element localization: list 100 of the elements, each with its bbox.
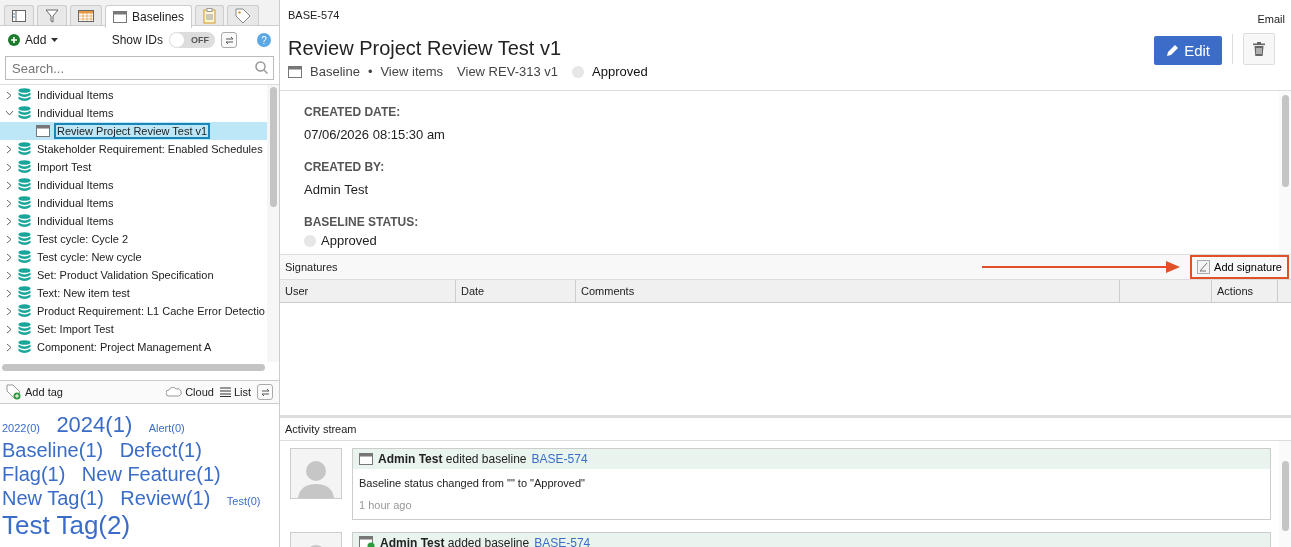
section-title: Activity stream [280,418,1291,441]
tag-link[interactable]: Test Tag(2) [2,510,131,541]
field-label: CREATED DATE: [304,105,402,119]
tree-label: Individual Items [36,106,115,120]
database-icon [18,322,31,336]
show-ids-toggle[interactable]: OFF [169,32,215,48]
cloud-icon [166,387,183,397]
status-dot [572,65,584,78]
timestamp: 1 hour ago [358,498,413,513]
refresh-button[interactable] [257,384,273,400]
field-label: CREATED BY: [304,160,386,174]
tree-item[interactable]: Product Requirement: L1 Cache Error Detectio [0,302,267,320]
filter-icon [45,8,59,23]
item-link[interactable]: BASE-574 [531,452,588,466]
item-id: BASE-574 [288,9,340,23]
view-items-link[interactable]: View items [380,64,444,79]
tag-link[interactable]: Alert(0) [148,422,185,434]
swap-arrows-icon [224,35,234,45]
panel-tab[interactable] [4,5,34,25]
tree-label: Import Test [36,160,93,174]
tree-label: Set: Product Validation Specification [36,268,215,282]
database-icon [18,160,31,174]
activity-text: Admin Test edited baseline [378,452,527,466]
show-ids-label: Show IDs [111,33,163,47]
tag-link[interactable]: Test(0) [226,495,261,508]
tree-label: Individual Items [36,214,115,228]
database-icon [18,340,31,354]
tree-item[interactable]: Stakeholder Requirement: Enabled Schedules [0,140,267,158]
swap-arrows-icon [260,387,270,397]
page-title: Review Project Review Test v1 [288,37,563,60]
panel-tab[interactable]: Baselines [105,5,193,28]
tree-label: Text: New item test [36,286,131,300]
field-label: BASELINE STATUS: [304,215,420,229]
panel-icon [12,9,26,22]
database-icon [18,214,31,228]
field-value: Approved [321,233,377,248]
tag-link[interactable]: Review(1) [120,487,211,510]
edit-button[interactable]: Edit [1154,35,1222,65]
panel-tab[interactable] [227,5,260,25]
tree-item[interactable]: Set: Import Test [0,320,267,338]
item-link[interactable]: BASE-574 [534,536,591,547]
column-header: User [280,280,456,302]
column-header: Actions [1212,280,1278,302]
scrollbar-thumb[interactable] [269,87,277,207]
tree-label: Test cycle: New cycle [36,250,143,264]
add-menu-button[interactable]: Add [8,33,59,47]
tree-item[interactable]: Individual Items [0,104,267,122]
database-icon [18,268,31,282]
refresh-button[interactable] [221,32,237,48]
database-icon [18,142,31,156]
tree-label: Stakeholder Requirement: Enabled Schedules [36,142,264,156]
radio-button[interactable] [304,234,316,247]
scrollbar-thumb[interactable] [2,363,265,371]
search-field[interactable]: Search... [5,56,274,80]
tree-item[interactable]: Individual Items [0,176,267,194]
tag-add-icon [6,384,22,400]
add-tag-button[interactable]: Add tag [6,384,63,400]
tag-link[interactable]: New Tag(1) [2,487,104,510]
database-icon [18,178,31,192]
caret-icon [51,38,59,42]
tree-item[interactable]: Review Project Review Test v1 [0,122,267,140]
trash-icon [1253,42,1265,56]
scrollbar-thumb[interactable] [1281,95,1289,187]
tag-link[interactable]: Baseline(1) [2,439,104,462]
tree-item[interactable]: Test cycle: Cycle 2 [0,230,267,248]
scrollbar-thumb[interactable] [1281,461,1289,531]
window-icon [113,11,127,23]
delete-button[interactable] [1243,33,1275,65]
tree-label: Test cycle: Cycle 2 [36,232,130,246]
pencil-icon [1166,43,1180,57]
tree-item[interactable]: Individual Items [0,212,267,230]
tag-link[interactable]: 2022(0) [2,422,40,434]
tree-item[interactable]: Test cycle: New cycle [0,248,267,266]
chevron-right-icon[interactable] [4,90,14,100]
email-link[interactable]: Email [1257,13,1285,25]
tree-label: Review Project Review Test v1 [54,123,211,139]
database-icon [18,232,31,246]
tree-item[interactable]: Import Test [0,158,267,176]
tree-item[interactable]: Component: Project Management A [0,338,267,356]
tag-link[interactable]: 2024(1) [56,412,133,437]
panel-tab[interactable] [70,5,102,25]
type-label: Baseline [310,64,360,79]
tag-link[interactable]: New Feature(1) [81,463,221,486]
tag-icon [235,7,252,24]
cloud-view-button[interactable]: Cloud [166,386,214,398]
activity-text: Admin Test added baseline [380,536,530,547]
window-icon [36,125,50,137]
view-review-link[interactable]: View REV-313 v1 [457,64,558,79]
panel-tab[interactable] [37,5,67,25]
tag-link[interactable]: Flag(1) [2,463,66,486]
tree-item[interactable]: Set: Product Validation Specification [0,266,267,284]
signature-icon [1197,260,1211,274]
tag-link[interactable]: Defect(1) [119,439,202,462]
tree-item[interactable]: Individual Items [0,194,267,212]
list-view-button[interactable]: List [219,386,251,398]
add-signature-button[interactable]: Add signature [1190,255,1289,279]
tree-item[interactable]: Individual Items [0,86,267,104]
window-add-icon [359,536,375,547]
chevron-down-icon[interactable] [4,110,14,116]
tree-item[interactable]: Text: New item test [0,284,267,302]
